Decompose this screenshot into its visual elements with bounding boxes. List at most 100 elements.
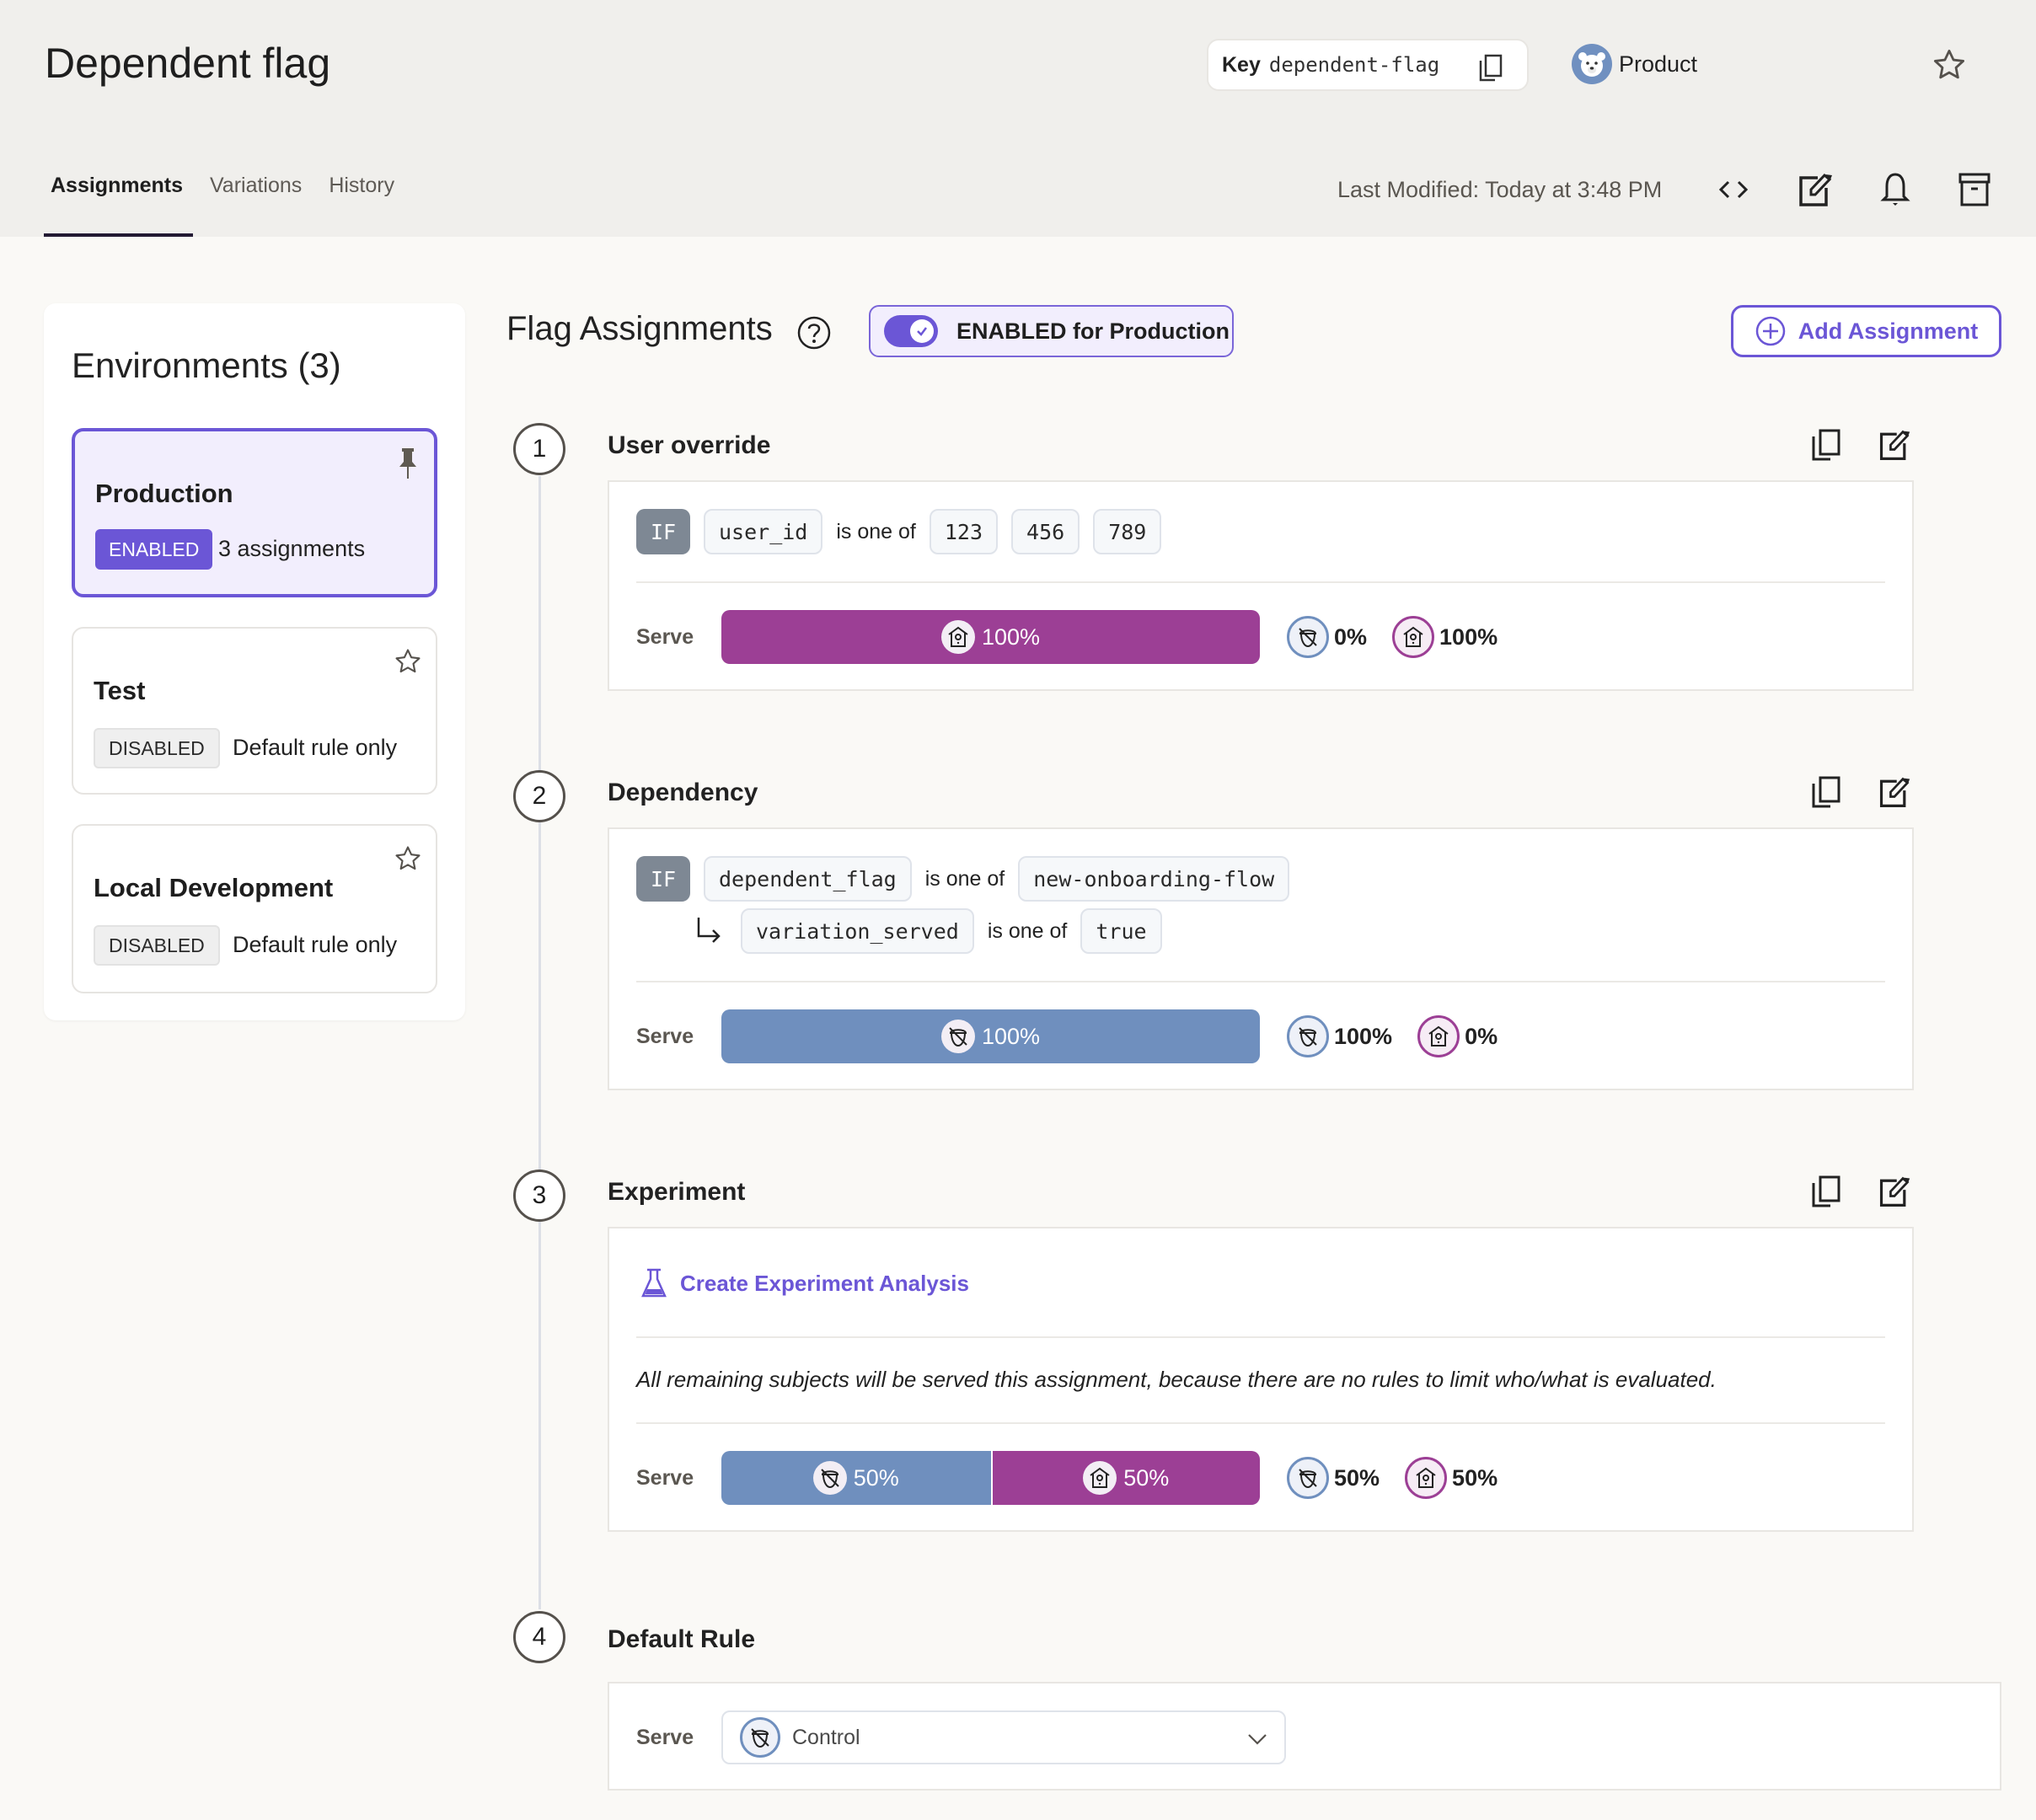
archive-icon[interactable] [1957,171,1992,212]
operator: is one of [987,918,1068,943]
check-icon [910,319,934,343]
star-icon[interactable] [394,844,422,877]
tab-assignments[interactable]: Assignments [44,174,193,237]
condition-row: IF user_id is one of 123 456 789 [636,509,1175,554]
segment-percent: 50% [1123,1464,1170,1491]
default-variation-select[interactable]: Control [721,1710,1286,1764]
nested-arrow-icon [695,914,724,949]
serve-label: Serve [636,1725,694,1749]
rule-card-default: Serve Control [608,1682,2001,1791]
attribute-chip: dependent_flag [704,856,912,902]
key-value: dependent-flag [1268,53,1440,77]
step-number: 3 [513,1170,565,1222]
flag-key-pill[interactable]: Key dependent-flag [1207,39,1529,91]
edit-icon[interactable] [1798,171,1833,212]
divider [636,981,1885,982]
team-name: Product [1619,51,1698,77]
value-chip: true [1080,908,1162,954]
legend-control: 100% [1287,1015,1392,1057]
duplicate-icon[interactable] [1810,1175,1842,1212]
environments-title: Environments (3) [72,345,341,385]
birdhouse-icon [1392,616,1435,658]
toggle-switch[interactable] [884,315,938,347]
bell-icon[interactable] [1878,171,1913,212]
help-icon[interactable] [796,315,832,355]
value-chip: 456 [1011,509,1080,554]
legend-treatment: 50% [1405,1457,1498,1499]
copy-icon[interactable] [1478,54,1503,88]
birdhouse-icon [940,620,975,654]
segment-percent: 50% [853,1464,899,1491]
serve-row: Serve 100% 100% 0% [636,1009,1523,1063]
birdhouse-icon [1083,1461,1117,1495]
allocation-segment-control: 100% [721,1009,1260,1063]
birdhouse-icon [1405,1457,1448,1499]
env-detail: Default rule only [233,932,398,957]
step-number: 1 [513,423,565,475]
legend-percent: 100% [1439,624,1498,650]
chevron-down-icon [1246,1727,1269,1755]
segment-percent: 100% [981,1023,1041,1049]
env-status-badge: DISABLED [94,925,220,966]
rule-title: Default Rule [608,1625,756,1653]
rule-actions [1810,775,1911,813]
value-chip: 123 [929,509,999,554]
last-modified: Last Modified: Today at 3:48 PM [1337,177,1663,202]
experiment-link-label: Create Experiment Analysis [680,1270,969,1296]
timeline-line [538,476,541,1609]
pin-icon[interactable] [395,447,421,484]
duplicate-icon[interactable] [1810,428,1842,466]
team-badge[interactable]: Product [1572,44,1697,84]
star-icon[interactable] [394,647,422,680]
duplicate-icon[interactable] [1810,775,1842,813]
tab-variations[interactable]: Variations [203,174,308,237]
allocation-legend: 100% 0% [1287,1015,1523,1057]
favorite-star-icon[interactable] [1932,47,1967,87]
tab-history[interactable]: History [322,174,401,237]
flag-assignments-title: Flag Assignments [506,310,773,347]
env-card-local-development[interactable]: Local Development DISABLED Default rule … [72,824,437,993]
allocation-bar: 100% [721,610,1260,664]
condition-row-nested: variation_served is one of true [695,908,1176,954]
environment-toggle[interactable]: ENABLED for Production [869,305,1234,357]
env-detail: Default rule only [233,735,398,760]
edit-icon[interactable] [1878,775,1911,813]
legend-percent: 50% [1452,1464,1498,1491]
allocation-legend: 50% 50% [1287,1457,1523,1499]
serve-label: Serve [636,624,694,649]
serve-row: Serve 50% 50% 50% 50% [636,1451,1523,1505]
acorn-icon [740,1717,780,1758]
code-icon[interactable] [1716,171,1751,212]
legend-treatment: 0% [1417,1015,1498,1057]
add-assignment-button[interactable]: Add Assignment [1731,305,2001,357]
segment-percent: 100% [981,624,1041,650]
env-status-badge: ENABLED [95,529,213,570]
legend-percent: 50% [1334,1464,1380,1491]
allocation-bar: 100% [721,1009,1260,1063]
divider [636,1336,1885,1338]
acorn-icon [1287,616,1329,658]
serve-row: Serve Control [636,1710,1286,1764]
add-assignment-label: Add Assignment [1798,318,1979,344]
page-title: Dependent flag [45,40,331,87]
allocation-segment-treatment: 100% [721,610,1260,664]
create-experiment-analysis-link[interactable]: Create Experiment Analysis [640,1267,969,1299]
edit-icon[interactable] [1878,428,1911,466]
attribute-chip: user_id [704,509,823,554]
env-name: Production [95,479,233,508]
serve-label: Serve [636,1024,694,1048]
edit-icon[interactable] [1878,1175,1911,1212]
toggle-label: ENABLED for Production [956,318,1230,344]
env-card-production[interactable]: Production ENABLED 3 assignments [72,428,437,597]
birdhouse-icon [1417,1015,1460,1057]
legend-percent: 0% [1334,624,1368,650]
rule-note: All remaining subjects will be served th… [636,1367,1717,1392]
rule-actions [1810,1175,1911,1212]
env-card-test[interactable]: Test DISABLED Default rule only [72,627,437,795]
serve-label: Serve [636,1465,694,1490]
plus-circle-icon [1755,316,1785,346]
rule-actions [1810,428,1911,466]
value-chip: new-onboarding-flow [1018,856,1290,902]
env-detail: 3 assignments [218,536,366,561]
rule-card-user-override: IF user_id is one of 123 456 789 Serve 1… [608,480,1914,691]
